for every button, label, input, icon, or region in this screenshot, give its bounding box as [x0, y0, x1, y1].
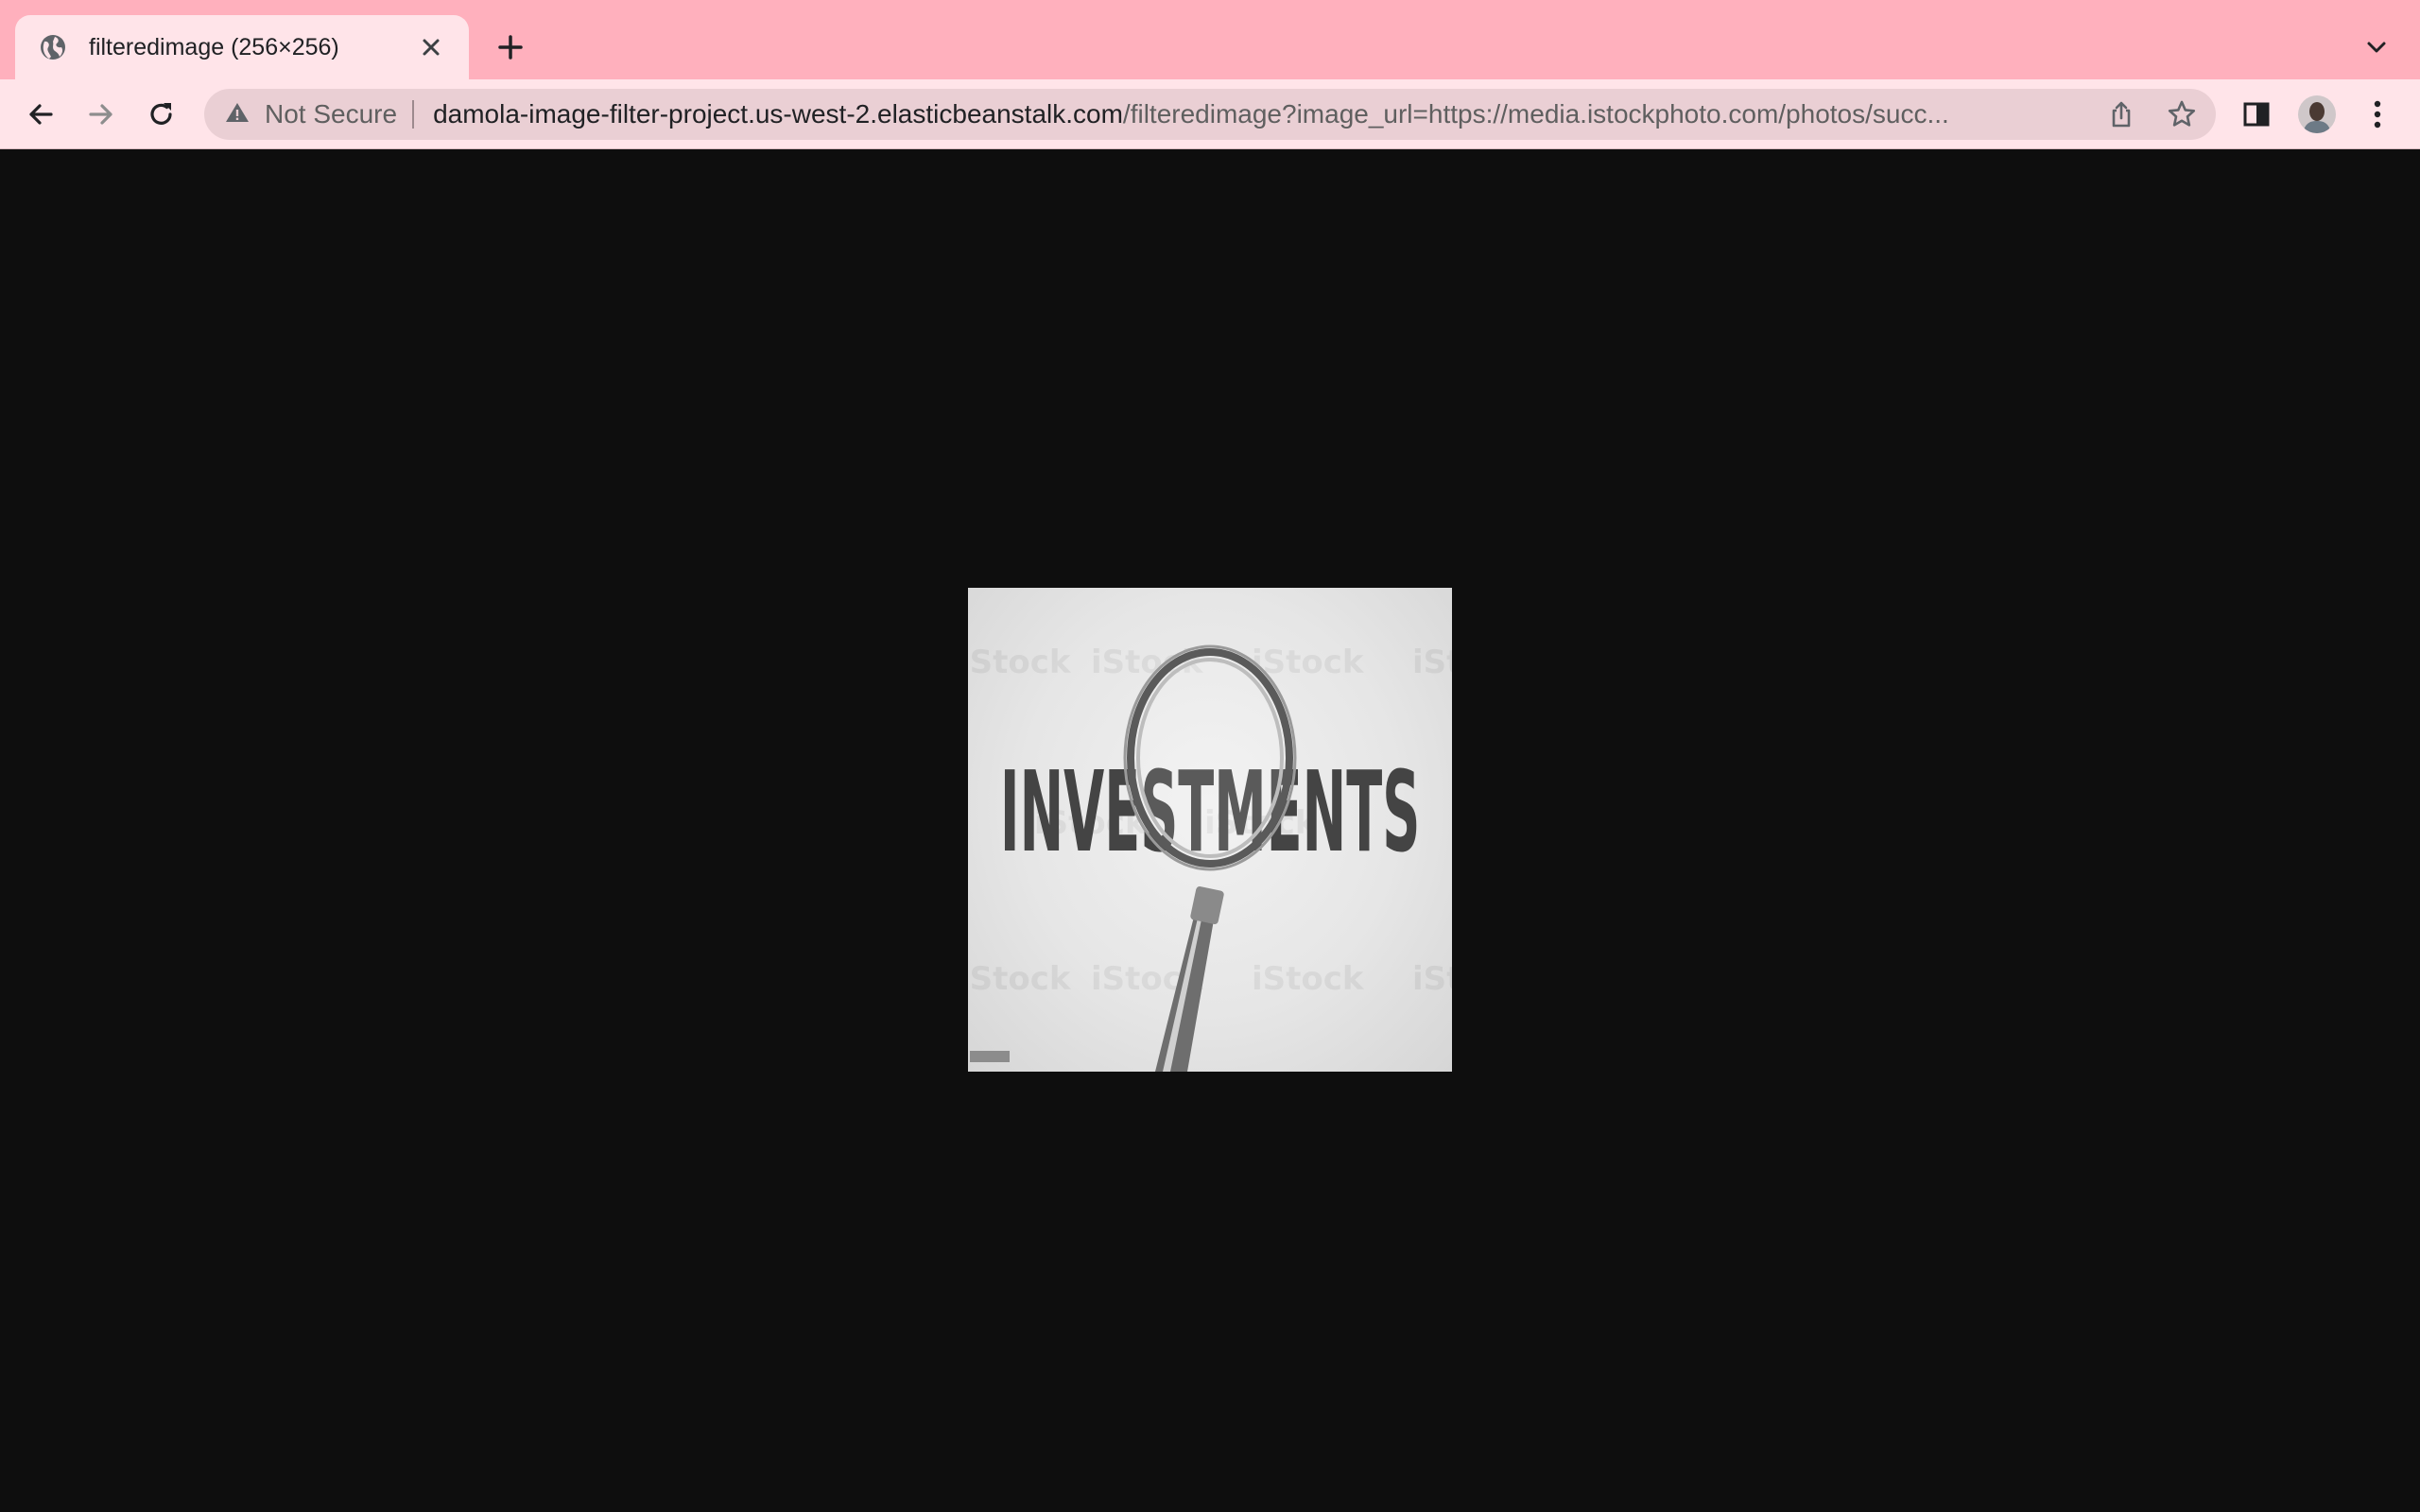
bookmark-star-icon[interactable]: [2163, 95, 2201, 133]
back-arrow-icon[interactable]: [21, 94, 60, 134]
url-host: damola-image-filter-project.us-west-2.el…: [433, 99, 1123, 129]
security-indicator[interactable]: Not Secure: [225, 89, 397, 140]
close-tab-icon[interactable]: [416, 32, 446, 62]
url-path: /filteredimage?image_url=https://media.i…: [1122, 99, 1949, 129]
omnibox-divider: [412, 100, 415, 129]
watermark-text: iStock: [968, 960, 1072, 998]
share-icon[interactable]: [2102, 95, 2140, 133]
forward-arrow-icon[interactable]: [81, 94, 121, 134]
side-panel-icon[interactable]: [2237, 94, 2276, 134]
page-content: iStock iStock iStock iStock iStock iStoc…: [0, 149, 2420, 1512]
filtered-image: iStock iStock iStock iStock iStock iStoc…: [968, 588, 1452, 1072]
chevron-down-icon[interactable]: [2358, 28, 2395, 66]
warning-icon: [225, 101, 250, 129]
watermark-text: iStock: [1252, 960, 1365, 998]
url-text[interactable]: damola-image-filter-project.us-west-2.el…: [433, 99, 2078, 129]
browser-toolbar: Not Secure damola-image-filter-project.u…: [0, 79, 2420, 149]
browser-tab[interactable]: filteredimage (256×256): [15, 15, 469, 79]
watermark-text: iStock: [1412, 960, 1452, 998]
globe-icon: [38, 32, 68, 62]
profile-avatar[interactable]: [2297, 94, 2337, 134]
tab-strip: filteredimage (256×256): [0, 0, 2420, 79]
not-secure-label: Not Secure: [265, 99, 398, 129]
watermark-text: iStock: [968, 644, 1072, 681]
more-menu-icon[interactable]: [2358, 94, 2397, 134]
new-tab-icon[interactable]: [492, 28, 529, 66]
address-bar[interactable]: Not Secure damola-image-filter-project.u…: [204, 89, 2216, 140]
reload-icon[interactable]: [142, 94, 182, 134]
tab-title: filteredimage (256×256): [89, 33, 339, 60]
watermark-text: iStock: [1412, 644, 1452, 681]
